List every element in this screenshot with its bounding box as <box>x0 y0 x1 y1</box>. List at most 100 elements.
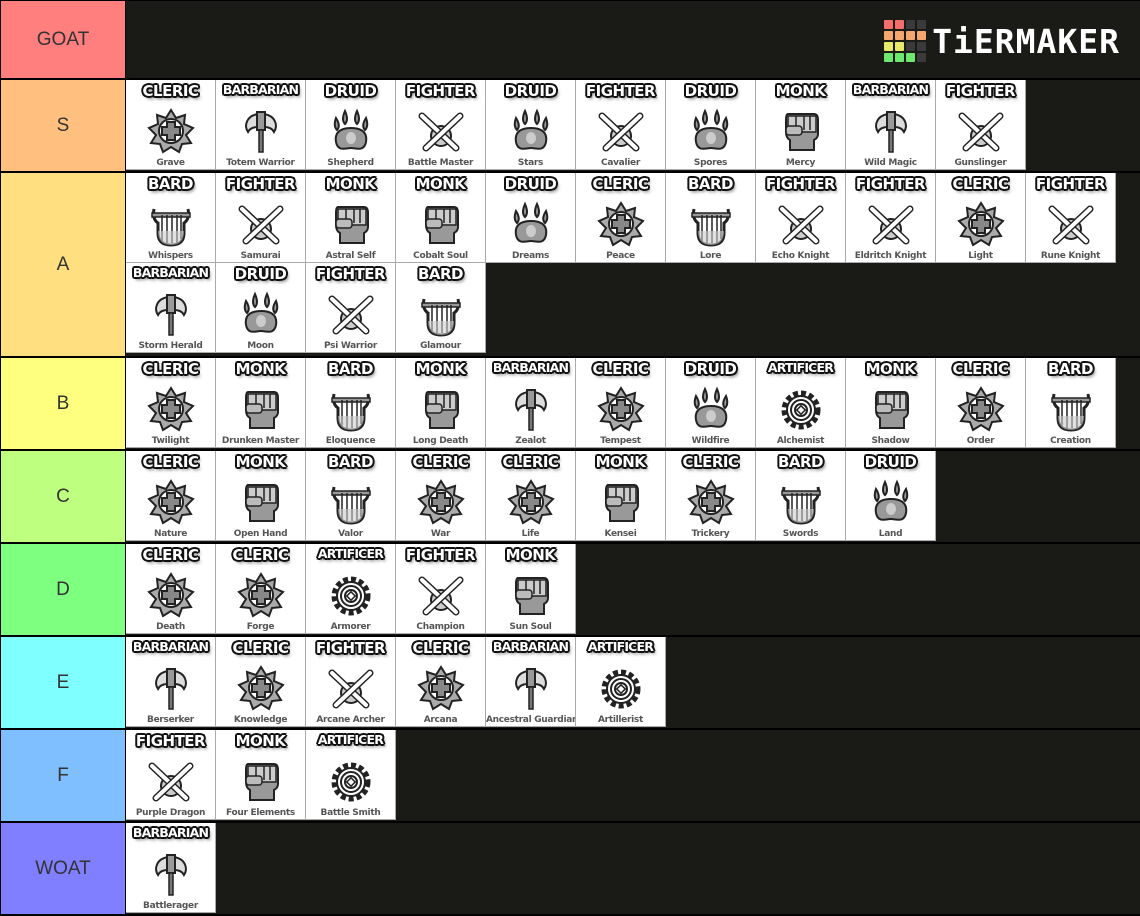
barbarian-axe-icon <box>506 665 556 711</box>
druid-paw-icon <box>686 108 736 154</box>
tier-items-dropzone[interactable]: CLERIC Nature MONK Open Hand BARD Valor CLE… <box>126 451 1140 542</box>
subclass-card[interactable]: FIGHTER Battle Master <box>396 80 486 170</box>
tier-label[interactable]: B <box>0 358 126 449</box>
subclass-card[interactable]: FIGHTER Arcane Archer <box>306 637 396 727</box>
subclass-card[interactable]: CLERIC Nature <box>126 451 216 541</box>
subclass-card[interactable]: DRUID Stars <box>486 80 576 170</box>
subclass-card[interactable]: MONK Drunken Master <box>216 358 306 448</box>
class-name: FIGHTER <box>855 175 926 193</box>
tier-items-dropzone[interactable]: BARBARIAN Berserker CLERIC Knowledge FIGHT… <box>126 637 1140 728</box>
subclass-card[interactable]: MONK Long Death <box>396 358 486 448</box>
subclass-card[interactable]: BARBARIAN Zealot <box>486 358 576 448</box>
subclass-card[interactable]: FIGHTER Echo Knight <box>756 173 846 263</box>
cleric-holy-symbol-icon <box>416 479 466 525</box>
subclass-card[interactable]: MONK Sun Soul <box>486 544 576 634</box>
subclass-card[interactable]: BARD Whispers <box>126 173 216 263</box>
tier-label[interactable]: S <box>0 80 126 171</box>
subclass-card[interactable]: FIGHTER Cavalier <box>576 80 666 170</box>
subclass-card[interactable]: BARBARIAN Wild Magic <box>846 80 936 170</box>
monk-fist-icon <box>596 479 646 525</box>
subclass-card[interactable]: DRUID Land <box>846 451 936 541</box>
subclass-card[interactable]: FIGHTER Samurai <box>216 173 306 263</box>
fighter-crossed-swords-icon <box>1046 201 1096 247</box>
subclass-card[interactable]: DRUID Shepherd <box>306 80 396 170</box>
subclass-card[interactable]: DRUID Moon <box>216 263 306 353</box>
subclass-card[interactable]: CLERIC Trickery <box>666 451 756 541</box>
class-name: CLERIC <box>142 360 199 378</box>
subclass-name: Four Elements <box>226 808 295 818</box>
subclass-name: Arcana <box>423 715 458 725</box>
subclass-card[interactable]: MONK Mercy <box>756 80 846 170</box>
artificer-gear-icon <box>326 758 376 804</box>
class-name: FIGHTER <box>405 546 476 564</box>
subclass-card[interactable]: MONK Kensei <box>576 451 666 541</box>
subclass-card[interactable]: BARD Glamour <box>396 263 486 353</box>
subclass-card[interactable]: BARD Valor <box>306 451 396 541</box>
class-name: DRUID <box>684 82 737 100</box>
subclass-card[interactable]: BARBARIAN Battlerager <box>126 823 216 913</box>
subclass-card[interactable]: MONK Open Hand <box>216 451 306 541</box>
tier-row-d: D CLERIC Death CLERIC Forge ARTIFICER Armor… <box>0 544 1140 637</box>
tier-label[interactable]: E <box>0 637 126 728</box>
subclass-card[interactable]: BARD Creation <box>1026 358 1116 448</box>
tier-items-dropzone[interactable]: CLERIC Twilight MONK Drunken Master BARD E… <box>126 358 1140 449</box>
subclass-card[interactable]: DRUID Spores <box>666 80 756 170</box>
subclass-card[interactable]: FIGHTER Eldritch Knight <box>846 173 936 263</box>
subclass-name: Dreams <box>511 251 550 261</box>
tier-items-dropzone[interactable]: BARBARIAN Battlerager <box>126 823 1140 914</box>
subclass-card[interactable]: FIGHTER Champion <box>396 544 486 634</box>
subclass-card[interactable]: CLERIC Peace <box>576 173 666 263</box>
class-name: CLERIC <box>412 639 469 657</box>
tier-label[interactable]: WOAT <box>0 823 126 914</box>
subclass-card[interactable]: CLERIC Order <box>936 358 1026 448</box>
barbarian-axe-icon <box>866 108 916 154</box>
subclass-card[interactable]: CLERIC Knowledge <box>216 637 306 727</box>
subclass-card[interactable]: BARBARIAN Storm Herald <box>126 263 216 353</box>
subclass-card[interactable]: CLERIC Twilight <box>126 358 216 448</box>
tier-label[interactable]: F <box>0 730 126 821</box>
subclass-card[interactable]: ARTIFICER Armorer <box>306 544 396 634</box>
fighter-crossed-swords-icon <box>326 665 376 711</box>
tier-items-dropzone[interactable]: CLERIC Grave BARBARIAN Totem Warrior DRUID… <box>126 80 1140 171</box>
subclass-card[interactable]: CLERIC Tempest <box>576 358 666 448</box>
subclass-card[interactable]: CLERIC Forge <box>216 544 306 634</box>
subclass-card[interactable]: CLERIC Grave <box>126 80 216 170</box>
subclass-card[interactable]: DRUID Wildfire <box>666 358 756 448</box>
tier-items-dropzone[interactable]: FIGHTER Purple Dragon MONK Four Elements A… <box>126 730 1140 821</box>
subclass-card[interactable]: CLERIC Life <box>486 451 576 541</box>
subclass-card[interactable]: FIGHTER Rune Knight <box>1026 173 1116 263</box>
subclass-card[interactable]: BARBARIAN Berserker <box>126 637 216 727</box>
monk-fist-icon <box>776 108 826 154</box>
subclass-card[interactable]: ARTIFICER Alchemist <box>756 358 846 448</box>
subclass-card[interactable]: MONK Shadow <box>846 358 936 448</box>
subclass-card[interactable]: CLERIC Arcana <box>396 637 486 727</box>
subclass-card[interactable]: CLERIC Light <box>936 173 1026 263</box>
tier-items-dropzone[interactable]: CLERIC Death CLERIC Forge ARTIFICER Armore… <box>126 544 1140 635</box>
subclass-name: Moon <box>247 341 274 351</box>
tier-items-dropzone[interactable]: BARD Whispers FIGHTER Samurai MONK Astral … <box>126 173 1140 356</box>
tier-label[interactable]: C <box>0 451 126 542</box>
tier-row-a: A BARD Whispers FIGHTER Samurai MONK Astral… <box>0 173 1140 358</box>
subclass-card[interactable]: CLERIC Death <box>126 544 216 634</box>
subclass-card[interactable]: BARBARIAN Totem Warrior <box>216 80 306 170</box>
subclass-card[interactable]: BARD Eloquence <box>306 358 396 448</box>
subclass-card[interactable]: DRUID Dreams <box>486 173 576 263</box>
subclass-card[interactable]: FIGHTER Psi Warrior <box>306 263 396 353</box>
tier-label[interactable]: GOAT <box>0 1 126 78</box>
subclass-card[interactable]: FIGHTER Purple Dragon <box>126 730 216 820</box>
cleric-holy-symbol-icon <box>146 572 196 618</box>
subclass-card[interactable]: ARTIFICER Artillerist <box>576 637 666 727</box>
subclass-card[interactable]: MONK Cobalt Soul <box>396 173 486 263</box>
subclass-card[interactable]: MONK Four Elements <box>216 730 306 820</box>
subclass-card[interactable]: CLERIC War <box>396 451 486 541</box>
tier-label[interactable]: D <box>0 544 126 635</box>
subclass-card[interactable]: ARTIFICER Battle Smith <box>306 730 396 820</box>
class-name: MONK <box>595 453 646 471</box>
subclass-card[interactable]: BARD Lore <box>666 173 756 263</box>
subclass-card[interactable]: MONK Astral Self <box>306 173 396 263</box>
tier-label[interactable]: A <box>0 173 126 356</box>
subclass-card[interactable]: BARBARIAN Ancestral Guardian <box>486 637 576 727</box>
class-name: FIGHTER <box>315 639 386 657</box>
subclass-card[interactable]: BARD Swords <box>756 451 846 541</box>
subclass-card[interactable]: FIGHTER Gunslinger <box>936 80 1026 170</box>
